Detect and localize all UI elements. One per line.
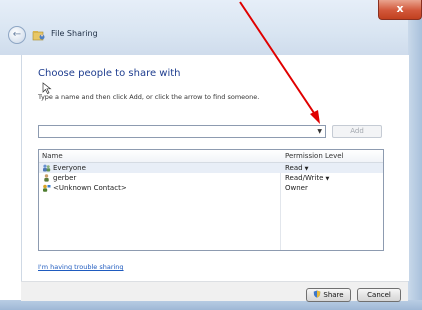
title-bar bbox=[0, 0, 422, 55]
users-icon bbox=[43, 164, 51, 172]
permission-label: Read/Write bbox=[285, 174, 324, 182]
permission-dropdown[interactable]: Read ▼ bbox=[285, 164, 308, 172]
window-title: File Sharing bbox=[51, 29, 98, 38]
chevron-down-icon[interactable]: ▼ bbox=[317, 128, 322, 135]
user-icon bbox=[44, 174, 49, 182]
column-header-permission[interactable]: Permission Level bbox=[285, 152, 343, 160]
column-header-name[interactable]: Name bbox=[42, 152, 63, 160]
shield-icon bbox=[314, 290, 321, 298]
back-arrow-icon: ← bbox=[12, 29, 22, 40]
file-sharing-dialog: x ← File Sharing Choose people to share … bbox=[0, 0, 422, 310]
row-name: <Unknown Contact> bbox=[53, 184, 127, 192]
chevron-down-icon[interactable]: ▼ bbox=[325, 176, 329, 182]
row-name: Everyone bbox=[53, 164, 86, 172]
window-frame-right bbox=[408, 0, 422, 310]
sharing-list[interactable]: Name Permission Level Everyone Read ▼ ger… bbox=[38, 149, 384, 251]
unknown-contact-icon bbox=[43, 184, 51, 192]
row-name: gerber bbox=[53, 174, 77, 182]
chevron-down-icon[interactable]: ▼ bbox=[305, 166, 309, 172]
permission-dropdown[interactable]: Read/Write ▼ bbox=[285, 174, 329, 182]
list-header: Name Permission Level bbox=[39, 150, 383, 163]
permission-label: Owner bbox=[285, 184, 308, 192]
trouble-sharing-link[interactable]: I'm having trouble sharing bbox=[38, 263, 124, 271]
name-combobox[interactable]: ▼ bbox=[38, 125, 326, 138]
add-button[interactable]: Add bbox=[332, 125, 382, 138]
share-button[interactable]: Share bbox=[306, 288, 351, 302]
share-label: Share bbox=[323, 291, 344, 299]
close-button[interactable]: x bbox=[378, 0, 422, 20]
cancel-button[interactable]: Cancel bbox=[357, 288, 401, 302]
back-button[interactable]: ← bbox=[8, 26, 26, 44]
page-heading: Choose people to share with bbox=[38, 68, 181, 79]
file-sharing-icon bbox=[32, 31, 45, 41]
instructions-text: Type a name and then click Add, or click… bbox=[38, 93, 260, 101]
list-row-everyone[interactable]: Everyone Read ▼ bbox=[39, 163, 383, 173]
permission-label: Read bbox=[285, 164, 303, 172]
list-row-gerber[interactable]: gerber Read/Write ▼ bbox=[39, 173, 383, 183]
list-row-unknown-contact[interactable]: <Unknown Contact> Owner bbox=[39, 183, 383, 193]
